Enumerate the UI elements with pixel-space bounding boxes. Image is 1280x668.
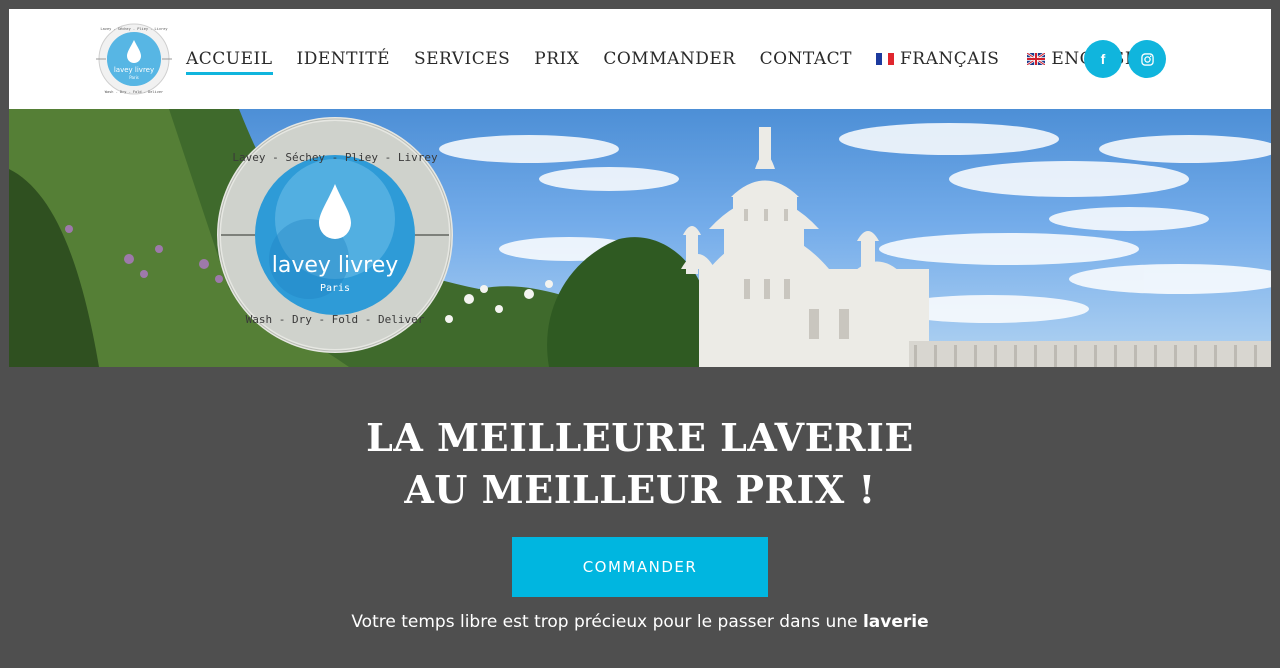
site-logo[interactable]: lavey livrey Paris Lavey - Séchey - Plie… xyxy=(92,22,176,96)
logo-city-text: Paris xyxy=(129,75,139,80)
hero-image: lavey livrey Paris Lavey - Séchey - Plie… xyxy=(9,109,1271,367)
tagline-bold: laverie xyxy=(862,612,929,632)
hero-banner: lavey livrey Paris Lavey - Séchey - Plie… xyxy=(9,109,1271,367)
logo-ring-bottom-text: Wash - Dry - Fold - Deliver xyxy=(105,90,164,94)
facebook-icon: f xyxy=(1100,51,1106,67)
instagram-icon xyxy=(1140,52,1154,66)
site-header: lavey livrey Paris Lavey - Séchey - Plie… xyxy=(9,9,1271,109)
tagline-text: Votre temps libre est trop précieux pour… xyxy=(351,612,863,632)
nav-item-contact[interactable]: CONTACT xyxy=(760,49,852,69)
badge-ring-bottom-text: Wash - Dry - Fold - Deliver xyxy=(246,313,425,326)
headline-line-1: LA MEILLEURE LAVERIE xyxy=(366,415,914,460)
instagram-button[interactable] xyxy=(1128,40,1166,78)
badge-ring-top-text: Lavey - Séchey - Pliey - Livrey xyxy=(232,151,438,164)
badge-name-text: lavey livrey xyxy=(272,253,399,278)
lang-fr-label: FRANÇAIS xyxy=(899,49,1000,69)
commander-button[interactable]: COMMANDER xyxy=(512,537,768,597)
france-flag-icon xyxy=(875,53,894,65)
facebook-button[interactable]: f xyxy=(1084,40,1122,78)
nav-item-services[interactable]: SERVICES xyxy=(414,49,510,69)
badge-city-text: Paris xyxy=(320,283,350,294)
logo-name-text: lavey livrey xyxy=(114,66,154,74)
logo-ring-top-text: Lavey - Séchey - Pliey - Livrey xyxy=(100,27,168,31)
nav-item-accueil[interactable]: ACCUEIL xyxy=(186,49,273,75)
nav-item-identite[interactable]: IDENTITÉ xyxy=(297,49,390,69)
nav-item-commander[interactable]: COMMANDER xyxy=(603,49,735,69)
lang-item-fr[interactable]: FRANÇAIS xyxy=(875,49,1000,69)
page-headline: LA MEILLEURE LAVERIE AU MEILLEUR PRIX ! xyxy=(0,412,1280,516)
uk-flag-icon xyxy=(1027,53,1046,65)
nav-item-prix[interactable]: PRIX xyxy=(534,49,579,69)
main-nav: ACCUEIL IDENTITÉ SERVICES PRIX COMMANDER… xyxy=(186,9,1164,109)
headline-line-2: AU MEILLEUR PRIX ! xyxy=(404,467,876,512)
hero-badge: lavey livrey Paris Lavey - Séchey - Plie… xyxy=(217,117,453,353)
tagline: Votre temps libre est trop précieux pour… xyxy=(0,612,1280,632)
